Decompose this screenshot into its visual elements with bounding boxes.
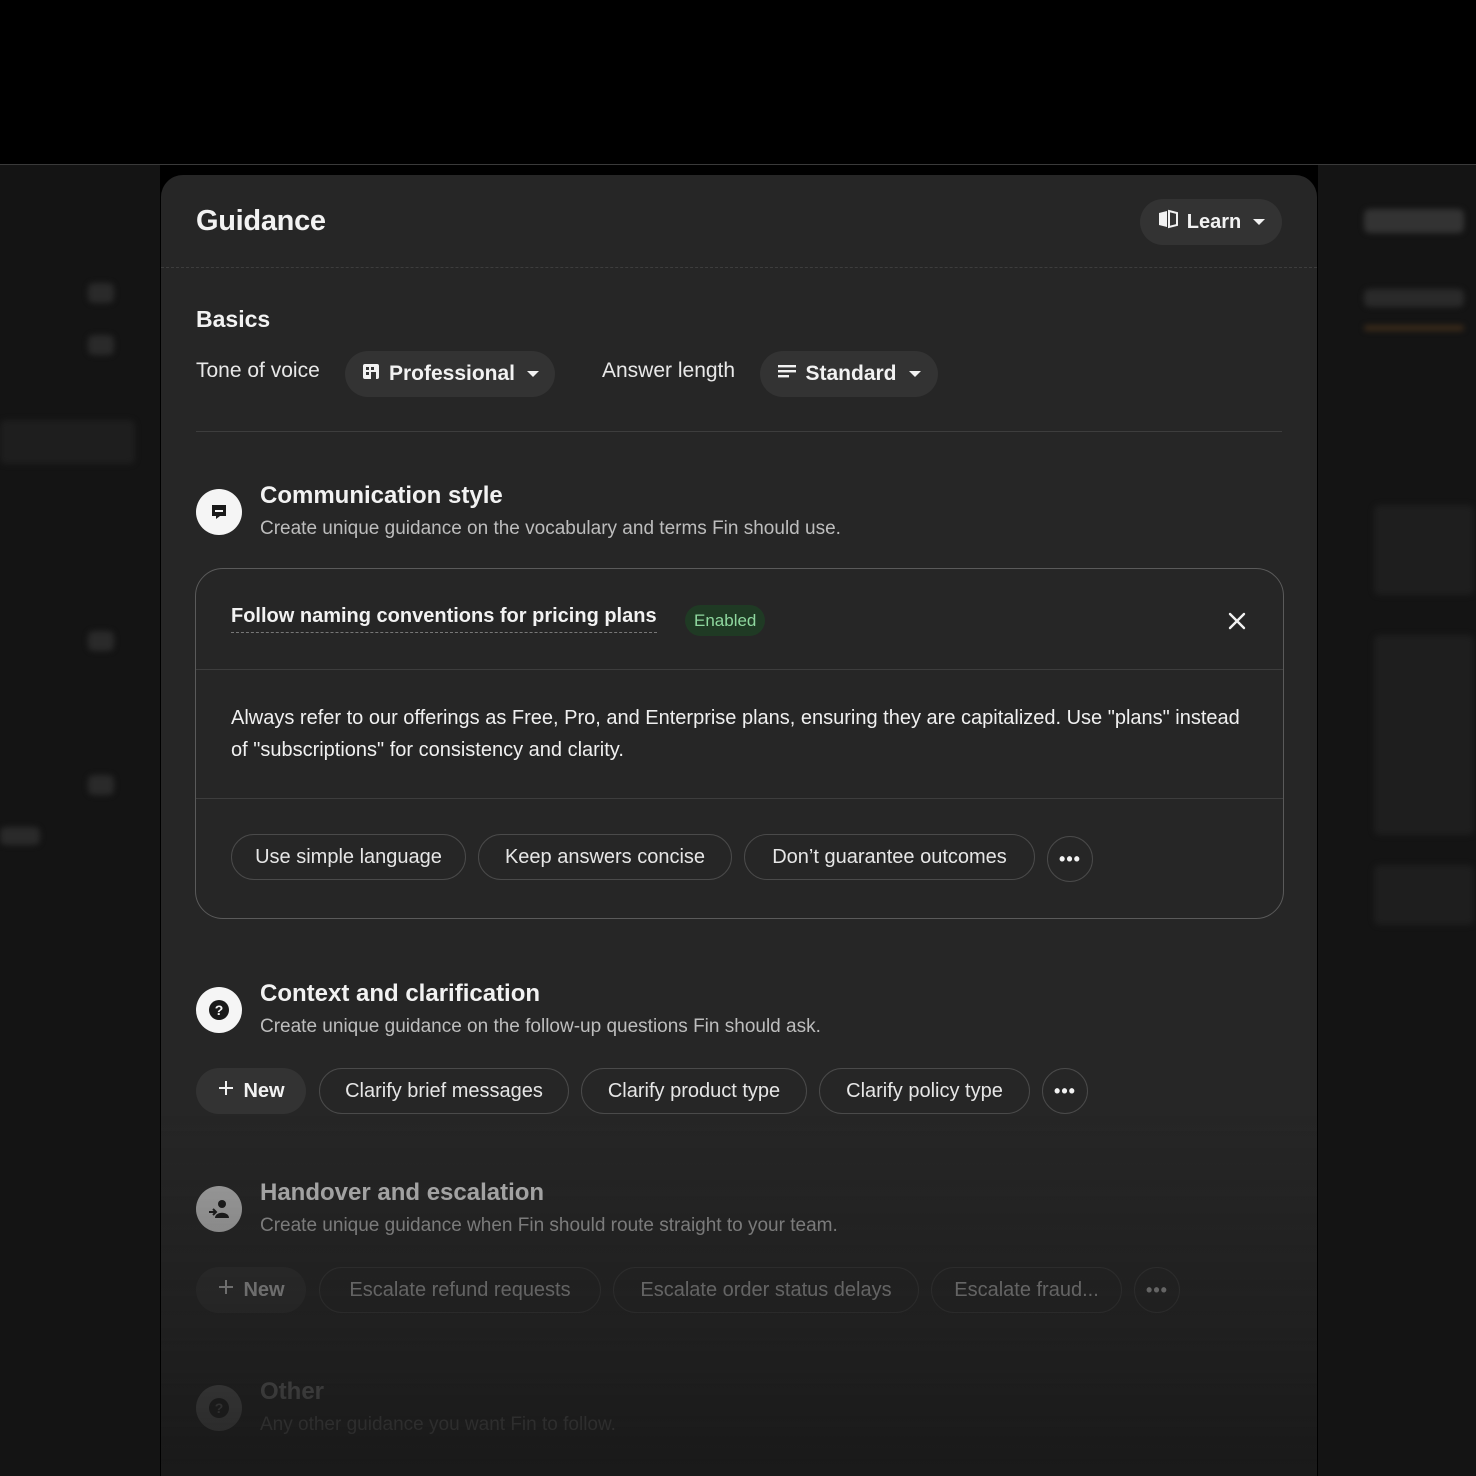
new-context-button[interactable]: New: [196, 1068, 306, 1114]
page-title: Guidance: [196, 205, 326, 237]
book-icon: [1157, 209, 1179, 235]
tone-of-voice-select[interactable]: Professional: [345, 351, 555, 397]
answer-length-label: Answer length: [602, 359, 736, 382]
guidance-panel: Guidance Learn Basics Tone of voice Prof…: [161, 175, 1317, 1476]
handover-escalation-title: Handover and escalation: [260, 1179, 545, 1206]
context-clarification-description: Create unique guidance on the follow-up …: [260, 1016, 821, 1037]
background-sidebar: [0, 165, 160, 1476]
handover-escalation-description: Create unique guidance when Fin should r…: [260, 1215, 838, 1236]
building-icon: [361, 361, 381, 387]
guidance-chip[interactable]: Escalate order status delays: [613, 1267, 919, 1313]
other-title: Other: [260, 1378, 325, 1405]
new-label: New: [243, 1079, 285, 1102]
svg-text:?: ?: [215, 1400, 224, 1416]
learn-button[interactable]: Learn: [1140, 199, 1282, 245]
basics-heading: Basics: [196, 306, 271, 332]
context-clarification-title: Context and clarification: [260, 980, 541, 1007]
guidance-chip[interactable]: Clarify brief messages: [319, 1068, 569, 1114]
svg-text:?: ?: [215, 1002, 224, 1018]
guidance-card-title[interactable]: Follow naming conventions for pricing pl…: [231, 605, 657, 633]
chevron-down-icon: [1253, 219, 1266, 225]
learn-label: Learn: [1186, 210, 1242, 233]
plus-icon: [217, 1079, 235, 1103]
lines-icon: [777, 362, 797, 386]
more-options-icon[interactable]: •••: [1134, 1267, 1180, 1313]
other-description: Any other guidance you want Fin to follo…: [260, 1414, 616, 1435]
guidance-chip[interactable]: Use simple language: [231, 834, 466, 880]
panel-header: Guidance Learn: [161, 175, 1317, 268]
person-handover-icon: [196, 1186, 242, 1232]
new-label: New: [243, 1278, 285, 1301]
close-icon[interactable]: [1223, 607, 1251, 635]
guidance-chip[interactable]: Clarify policy type: [819, 1068, 1030, 1114]
guidance-chip[interactable]: Don’t guarantee outcomes: [744, 834, 1035, 880]
chevron-down-icon: [527, 371, 540, 377]
card-divider: [196, 669, 1283, 670]
top-bar: [0, 0, 1476, 165]
chat-bubble-icon: [196, 489, 242, 535]
card-divider: [196, 798, 1283, 799]
background-preview-pane: [1318, 165, 1476, 1476]
chevron-down-icon: [908, 371, 921, 377]
tone-of-voice-value: Professional: [388, 362, 516, 385]
guidance-card[interactable]: Follow naming conventions for pricing pl…: [195, 568, 1284, 919]
question-icon: ?: [196, 987, 242, 1033]
new-handover-button[interactable]: New: [196, 1267, 306, 1313]
plus-icon: [217, 1278, 235, 1302]
communication-style-description: Create unique guidance on the vocabulary…: [260, 518, 841, 539]
guidance-chip[interactable]: Clarify product type: [581, 1068, 807, 1114]
guidance-chip[interactable]: Escalate refund requests: [319, 1267, 601, 1313]
communication-style-title: Communication style: [260, 482, 503, 509]
answer-length-select[interactable]: Standard: [760, 351, 938, 397]
more-options-icon[interactable]: •••: [1042, 1068, 1088, 1114]
guidance-card-body: Always refer to our offerings as Free, P…: [231, 707, 1240, 761]
question-icon: ?: [196, 1385, 242, 1431]
tone-of-voice-label: Tone of voice: [196, 359, 320, 382]
status-badge: Enabled: [685, 605, 766, 636]
more-options-icon[interactable]: •••: [1047, 836, 1093, 882]
guidance-chip[interactable]: Keep answers concise: [478, 834, 732, 880]
guidance-chip[interactable]: Escalate fraud...: [931, 1267, 1122, 1313]
section-divider: [196, 431, 1282, 432]
answer-length-value: Standard: [805, 362, 897, 385]
